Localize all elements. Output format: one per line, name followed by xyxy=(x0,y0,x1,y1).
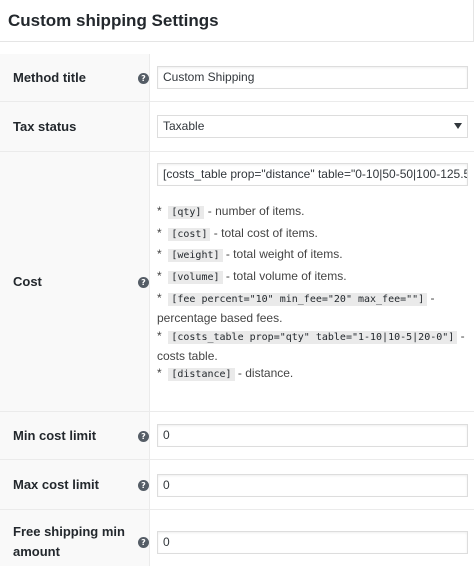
free-shipping-min-amount-label: Free shipping min amount xyxy=(13,524,125,559)
help-icon[interactable]: ? xyxy=(138,480,149,491)
max-cost-limit-label: Max cost limit xyxy=(13,477,99,492)
method-title-label: Method title xyxy=(13,70,86,85)
row-max-cost-limit: Max cost limit ? 0 xyxy=(0,460,474,510)
help-icon[interactable]: ? xyxy=(138,431,149,442)
row-min-cost-limit: Min cost limit ? 0 xyxy=(0,412,474,460)
list-item: * [qty] - number of items. xyxy=(157,204,305,219)
min-cost-limit-input[interactable]: 0 xyxy=(157,424,468,447)
min-cost-limit-label: Min cost limit xyxy=(13,428,97,443)
tax-status-label: Tax status xyxy=(13,119,77,134)
max-cost-limit-input[interactable]: 0 xyxy=(157,474,468,497)
list-item: * [volume] - total volume of items. xyxy=(157,269,347,284)
settings-header: Custom shipping Settings xyxy=(0,0,474,42)
list-item: * [costs_table prop="qty" table="1-10|10… xyxy=(157,329,465,363)
list-item: * [weight] - total weight of items. xyxy=(157,247,343,262)
page-title: Custom shipping Settings xyxy=(8,11,219,30)
free-shipping-min-amount-input[interactable]: 0 xyxy=(157,531,468,554)
help-icon[interactable]: ? xyxy=(138,277,149,288)
row-cost: Cost ? [costs_table prop="distance" tabl… xyxy=(0,152,474,412)
list-item: * [cost] - total cost of items. xyxy=(157,226,318,241)
tax-status-selected: Taxable xyxy=(163,119,205,133)
help-icon[interactable]: ? xyxy=(138,73,149,84)
list-item: * [fee percent="10" min_fee="20" max_fee… xyxy=(157,291,435,325)
row-method-title: Method title ? Custom Shipping xyxy=(0,54,474,102)
method-title-input[interactable]: Custom Shipping xyxy=(157,66,468,89)
row-free-shipping-min-amount: Free shipping min amount ? 0 xyxy=(0,510,474,566)
help-icon[interactable]: ? xyxy=(138,537,149,548)
cost-help-list: * [qty] - number of items. * [cost] - to… xyxy=(157,202,468,402)
cost-input[interactable]: [costs_table prop="distance" table="0-10… xyxy=(157,163,468,186)
chevron-down-icon xyxy=(454,123,462,129)
tax-status-select[interactable]: Taxable xyxy=(157,115,468,138)
cost-label: Cost xyxy=(13,274,42,289)
row-tax-status: Tax status Taxable xyxy=(0,102,474,152)
list-item: * [distance] - distance. xyxy=(157,366,294,381)
